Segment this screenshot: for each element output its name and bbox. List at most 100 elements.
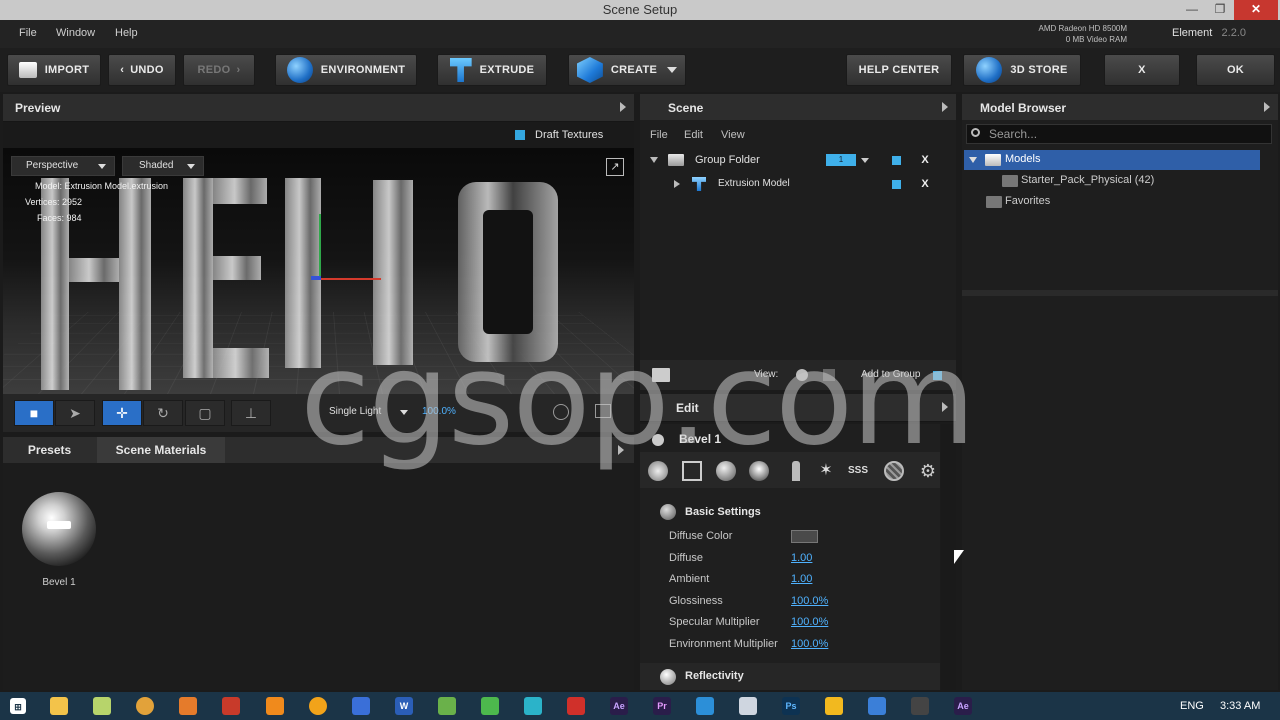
material-sphere-thumbnail[interactable] [22,492,96,566]
group-number-selector[interactable]: 1 [826,154,856,166]
delete-group-button[interactable]: X [918,153,932,167]
ambient-value[interactable]: 1.00 [791,573,812,585]
start-icon[interactable]: ⊞ [10,698,26,714]
app-icon[interactable] [179,697,197,715]
create-label: CREATE [610,64,658,76]
move-tool-icon[interactable]: ✛ [102,400,142,426]
redo-label: REDO [197,64,231,76]
expand-arrow-icon[interactable] [969,157,977,163]
group-folder-label[interactable]: Group Folder [695,154,760,166]
app-icon[interactable] [739,697,757,715]
explorer-icon[interactable] [50,697,68,715]
app-icon[interactable] [825,697,843,715]
help-center-button[interactable]: HELP CENTER [846,54,952,86]
browser-splitter[interactable] [962,290,1278,296]
after-effects-icon[interactable]: Ae [610,697,628,715]
extrusion-model-label[interactable]: Extrusion Model [718,178,790,189]
expand-arrow-icon[interactable] [674,180,680,188]
torrent-icon[interactable] [481,697,499,715]
environment-button[interactable]: ENVIRONMENT [275,54,417,86]
chrome-icon[interactable] [136,697,154,715]
menu-help[interactable]: Help [115,27,138,39]
notepad-icon[interactable] [93,697,111,715]
tree-starter-pack[interactable]: Starter_Pack_Physical (42) [1021,174,1154,186]
vlc-icon[interactable] [266,697,284,715]
search-input[interactable]: Search... [966,124,1272,144]
select-tool-icon[interactable]: ➤ [55,400,95,426]
os-taskbar: ⊞ W Ae Pr Ps Ae ENG 3:33 AM [0,692,1280,720]
minimize-button[interactable]: — [1178,0,1206,20]
create-button[interactable]: CREATE [568,54,686,86]
chevron-down-icon [187,164,195,169]
reader-icon[interactable] [222,697,240,715]
after-effects-active-icon[interactable]: Ae [954,697,972,715]
glossiness-value[interactable]: 100.0% [791,595,828,607]
shading-dropdown[interactable]: Shaded [122,156,204,176]
menu-window[interactable]: Window [56,27,95,39]
import-button[interactable]: IMPORT [7,54,101,86]
tree-favorites[interactable]: Favorites [1005,195,1050,207]
extrude-button[interactable]: EXTRUDE [437,54,547,86]
photoshop-icon[interactable]: Ps [782,697,800,715]
expand-arrow-icon[interactable] [650,157,658,163]
premiere-icon[interactable]: Pr [653,697,671,715]
basic-settings-heading[interactable]: Basic Settings [685,506,761,518]
scene-menu-view[interactable]: View [721,129,745,141]
scale-tool-icon[interactable]: ▢ [185,400,225,426]
tab-presets[interactable]: Presets [3,437,96,463]
cancel-button[interactable]: X [1104,54,1180,86]
visibility-checkbox[interactable] [892,156,901,165]
diffuse-color-swatch[interactable] [791,530,818,543]
collapse-arrow-icon[interactable] [620,102,626,112]
cancel-label: X [1138,64,1146,76]
rotate-tool-icon[interactable]: ↻ [143,400,183,426]
word-icon[interactable]: W [395,697,413,715]
tree-models-label: Models [1005,153,1041,165]
search-icon [971,128,980,137]
language-indicator[interactable]: ENG [1180,700,1204,712]
app-icon[interactable] [868,697,886,715]
camera-mode-dropdown[interactable]: Perspective [11,156,115,176]
scene-menu-edit[interactable]: Edit [684,129,703,141]
collapse-arrow-icon[interactable] [942,102,948,112]
reflectivity-heading[interactable]: Reflectivity [685,670,744,682]
scene-panel-header: Scene [640,94,956,122]
chevron-down-icon[interactable] [861,158,869,163]
restore-button[interactable]: ❐ [1206,0,1234,20]
redo-button[interactable]: REDO › [183,54,255,86]
scene-menu-file[interactable]: File [650,129,668,141]
fullscreen-icon[interactable]: ↗ [606,158,624,176]
media-icon[interactable] [309,697,327,715]
undo-button[interactable]: ‹ UNDO [108,54,176,86]
environment-multiplier-value[interactable]: 100.0% [791,638,828,650]
app-icon[interactable] [524,697,542,715]
chevron-left-icon: ‹ [120,64,125,76]
scene-title: Scene [668,101,704,115]
menu-file[interactable]: File [19,27,37,39]
letter-e-top [213,178,267,204]
z-axis-gizmo[interactable] [311,276,321,280]
visibility-checkbox[interactable] [892,180,901,189]
specular-multiplier-value[interactable]: 100.0% [791,616,828,628]
axis-tool-icon[interactable]: ⊥ [231,400,271,426]
reflectivity-icon [660,669,676,685]
app-icon[interactable] [438,697,456,715]
close-window-button[interactable]: ✕ [1234,0,1278,20]
chevron-right-icon: › [236,64,241,76]
app-icon[interactable] [696,697,714,715]
clock[interactable]: 3:33 AM [1220,700,1260,712]
tab-scene-materials[interactable]: Scene Materials [97,437,225,463]
x-axis-gizmo[interactable] [321,278,381,280]
diffuse-value[interactable]: 1.00 [791,552,812,564]
y-axis-gizmo[interactable] [319,214,321,280]
app-icon[interactable] [567,697,585,715]
app-icon[interactable] [352,697,370,715]
ok-button[interactable]: OK [1196,54,1275,86]
camera-tool-icon[interactable]: ■ [14,400,54,426]
app-icon[interactable] [911,697,929,715]
delete-model-button[interactable]: X [918,177,932,191]
3d-store-button[interactable]: 3D STORE [963,54,1081,86]
draft-textures-toggle[interactable]: Draft Textures [515,129,603,141]
collapse-arrow-icon[interactable] [1264,102,1270,112]
diffuse-label: Diffuse [669,552,704,564]
